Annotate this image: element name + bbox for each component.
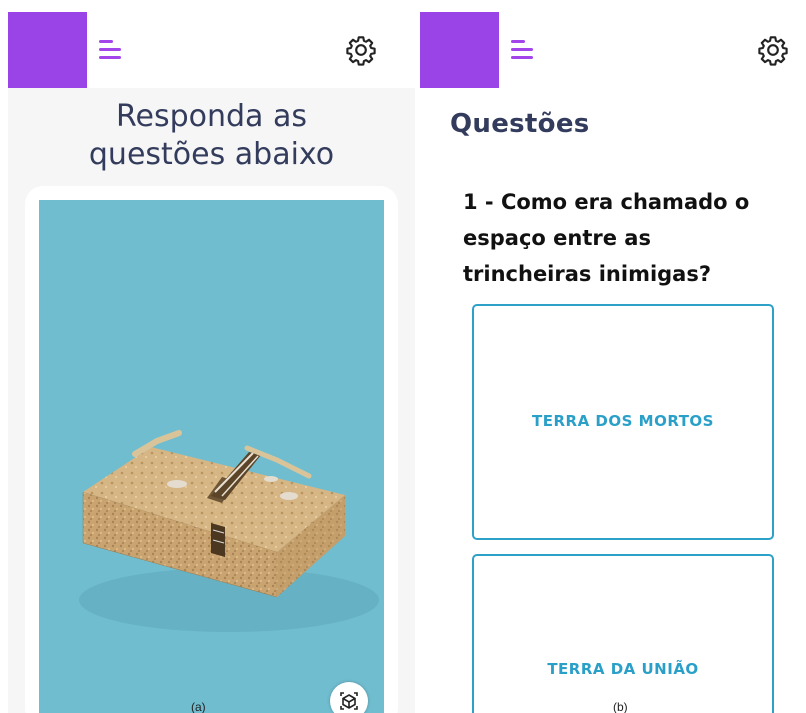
app-logo-block	[420, 12, 499, 88]
answer-option-1[interactable]: TERRA DOS MORTOS	[472, 304, 774, 540]
answer-option-label: TERRA DA UNIÃO	[547, 660, 699, 678]
answer-option-2[interactable]: TERRA DA UNIÃO	[472, 554, 774, 713]
top-bar	[8, 12, 415, 88]
menu-icon[interactable]	[511, 40, 533, 60]
top-bar	[420, 12, 806, 88]
gear-icon[interactable]	[757, 34, 789, 66]
screen-b: Questões 1 - Como era chamado o espaço e…	[420, 12, 806, 713]
page-title: Responda as questões abaixo	[88, 99, 335, 172]
caption-b: (b)	[613, 700, 628, 713]
app-logo-block	[8, 12, 87, 88]
menu-icon[interactable]	[99, 40, 121, 60]
section-title: Questões	[450, 109, 590, 139]
gear-icon[interactable]	[345, 34, 377, 66]
trench-model-image	[79, 430, 379, 632]
ar-cube-icon	[340, 692, 358, 710]
answer-option-label: TERRA DOS MORTOS	[532, 412, 714, 430]
question-text: 1 - Como era chamado o espaço entre as t…	[463, 190, 750, 286]
screen-a: Responda as questões abaixo (a)	[8, 12, 415, 713]
caption-a: (a)	[191, 700, 206, 713]
model-card	[25, 186, 398, 713]
ar-view-button[interactable]	[330, 682, 368, 713]
trench-3d-viewer[interactable]	[39, 200, 384, 713]
